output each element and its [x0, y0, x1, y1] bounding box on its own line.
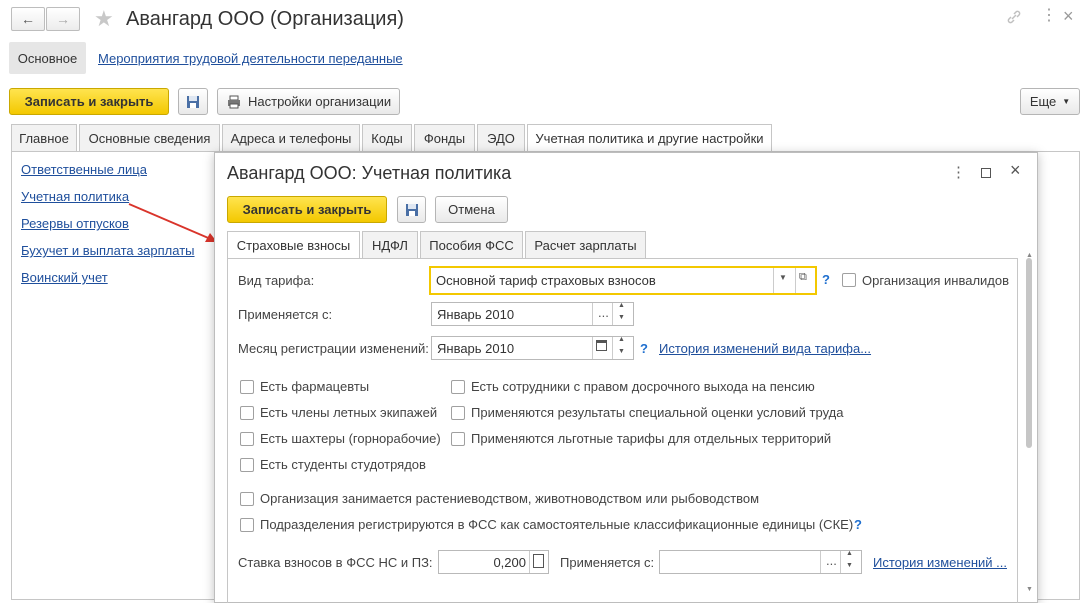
checkbox-miners-label: Есть шахтеры (горнорабочие) [260, 431, 441, 446]
rate-value: 0,200 [493, 554, 526, 570]
checkbox-fss-units-label: Подразделения регистрируются в ФСС как с… [260, 517, 854, 532]
tariff-value: Основной тариф страховых взносов [436, 273, 656, 288]
scroll-thumb[interactable] [1026, 258, 1032, 448]
checkbox-preferential-rates-label: Применяются льготные тарифы для отдельны… [471, 431, 832, 446]
checkbox-flight-crew-label: Есть члены летных экипажей [260, 405, 438, 420]
rate-input[interactable]: 0,200 [438, 550, 549, 574]
rate-applies-input[interactable]: ... ▲ ▼ [659, 550, 862, 574]
dialog-cancel-button[interactable]: Отмена [435, 196, 508, 223]
calendar-icon[interactable] [596, 340, 607, 351]
chevron-down-icon[interactable]: ▼ [779, 273, 787, 282]
spin-up-icon[interactable]: ▲ [618, 336, 625, 343]
spin-down-icon[interactable]: ▼ [618, 348, 625, 355]
disabled-org-label: Организация инвалидов [862, 273, 1010, 288]
dialog-more-icon[interactable]: ⋮ [951, 165, 966, 180]
open-icon[interactable]: ⧉ [799, 271, 807, 284]
tariff-history-link[interactable]: История изменений вида тарифа... [659, 341, 871, 356]
reg-month-value: Январь 2010 [437, 340, 515, 356]
close-icon[interactable]: × [1063, 6, 1074, 27]
checkbox-special-assessment-label: Применяются результаты специальной оценк… [471, 405, 844, 420]
section-main-label: Основное [17, 50, 78, 66]
dtab-ndfl[interactable]: НДФЛ [362, 231, 418, 258]
dialog-close-icon[interactable]: × [1010, 160, 1021, 181]
dialog-title: Авангард ООО: Учетная политика [227, 163, 512, 183]
rate-history-link[interactable]: История изменений ... [873, 555, 1007, 570]
tariff-help-icon[interactable]: ? [822, 272, 830, 287]
sidebar-item-accounting-policy[interactable]: Учетная политика [21, 189, 129, 204]
reg-month-help-icon[interactable]: ? [640, 341, 648, 356]
tab-main[interactable]: Главное [11, 124, 77, 151]
rate-applies-label: Применяется с: [560, 555, 655, 570]
dialog-save-close-button[interactable]: Записать и закрыть [227, 196, 387, 223]
spin-up-icon[interactable]: ▲ [618, 302, 625, 309]
applies-input[interactable]: Январь 2010 ... ▲ ▼ [431, 302, 634, 326]
link-icon[interactable] [1006, 9, 1022, 25]
section-main[interactable]: Основное [9, 42, 86, 74]
checkbox-agriculture[interactable] [240, 492, 254, 506]
tab-accounting-policy[interactable]: Учетная политика и другие настройки [527, 124, 772, 152]
checkbox-special-assessment[interactable] [451, 406, 465, 420]
tab-codes[interactable]: Коды [362, 124, 412, 151]
checkbox-agriculture-label: Организация занимается растениеводством,… [260, 491, 760, 506]
applies-value: Январь 2010 [437, 306, 515, 322]
dtab-fss[interactable]: Пособия ФСС [420, 231, 523, 258]
tab-addresses[interactable]: Адреса и телефоны [222, 124, 360, 151]
applies-label: Применяется с: [238, 307, 333, 322]
back-button[interactable]: ← [11, 7, 45, 31]
checkbox-preferential-rates[interactable] [451, 432, 465, 446]
tab-edo[interactable]: ЭДО [477, 124, 525, 151]
tab-funds[interactable]: Фонды [414, 124, 475, 151]
checkbox-fss-units[interactable] [240, 518, 254, 532]
checkbox-pharmacists-label: Есть фармацевты [260, 379, 370, 394]
checkbox-flight-crew[interactable] [240, 406, 254, 420]
printer-icon [228, 95, 240, 108]
calculator-icon[interactable] [533, 554, 544, 568]
ellipsis-icon[interactable]: ... [826, 553, 837, 568]
arrow-left-icon: ← [21, 11, 35, 27]
sidebar-item-vacation-reserves[interactable]: Резервы отпусков [21, 216, 129, 231]
floppy-icon [405, 203, 418, 216]
org-settings-button[interactable]: Настройки организации [217, 88, 400, 115]
checkbox-early-retirement-label: Есть сотрудники с правом досрочного выхо… [471, 379, 815, 394]
org-settings-label: Настройки организации [248, 94, 392, 109]
section-activities-link[interactable]: Мероприятия трудовой деятельности переда… [98, 51, 403, 66]
arrow-right-icon: → [56, 11, 70, 27]
more-vert-icon[interactable]: ⋮ [1041, 8, 1057, 24]
fss-help-icon[interactable]: ? [854, 517, 862, 532]
ellipsis-icon[interactable]: ... [598, 305, 609, 320]
checkbox-students-label: Есть студенты студотрядов [260, 457, 426, 472]
rate-label: Ставка взносов в ФСС НС и ПЗ: [238, 555, 433, 570]
red-arrow-annotation [128, 203, 217, 242]
more-label: Еще [1029, 94, 1057, 109]
dtab-insurance[interactable]: Страховые взносы [227, 231, 360, 259]
dtab-payroll[interactable]: Расчет зарплаты [525, 231, 646, 258]
star-icon[interactable]: ★ [94, 6, 114, 32]
chevron-down-icon: ▼ [1062, 97, 1071, 106]
checkbox-students[interactable] [240, 458, 254, 472]
save-close-button[interactable]: Записать и закрыть [9, 88, 169, 115]
floppy-icon [187, 95, 199, 108]
sidebar-item-military[interactable]: Воинский учет [21, 270, 108, 285]
reg-month-input[interactable]: Январь 2010 ▲ ▼ [431, 336, 634, 360]
spin-down-icon[interactable]: ▼ [618, 314, 625, 321]
dialog-save-button[interactable] [397, 196, 426, 223]
reg-month-label: Месяц регистрации изменений: [238, 341, 429, 356]
checkbox-early-retirement[interactable] [451, 380, 465, 394]
forward-button[interactable]: → [46, 7, 80, 31]
more-button[interactable]: Еще ▼ [1020, 88, 1080, 115]
checkbox-pharmacists[interactable] [240, 380, 254, 394]
tariff-select[interactable]: Основной тариф страховых взносов ▼ ⧉ [429, 266, 817, 295]
scroll-down-icon[interactable]: ▼ [1026, 586, 1033, 593]
spin-up-icon[interactable]: ▲ [846, 550, 853, 557]
maximize-icon[interactable] [981, 168, 991, 178]
window-title: Авангард ООО (Организация) [126, 8, 404, 30]
checkbox-miners[interactable] [240, 432, 254, 446]
tab-basic-info[interactable]: Основные сведения [79, 124, 220, 151]
spin-down-icon[interactable]: ▼ [846, 562, 853, 569]
save-button[interactable] [178, 88, 208, 115]
scrollbar[interactable]: ▲ ▼ [1024, 252, 1034, 600]
sidebar-item-responsible[interactable]: Ответственные лица [21, 162, 147, 177]
tariff-label: Вид тарифа: [238, 273, 315, 288]
disabled-org-checkbox[interactable] [842, 273, 856, 287]
